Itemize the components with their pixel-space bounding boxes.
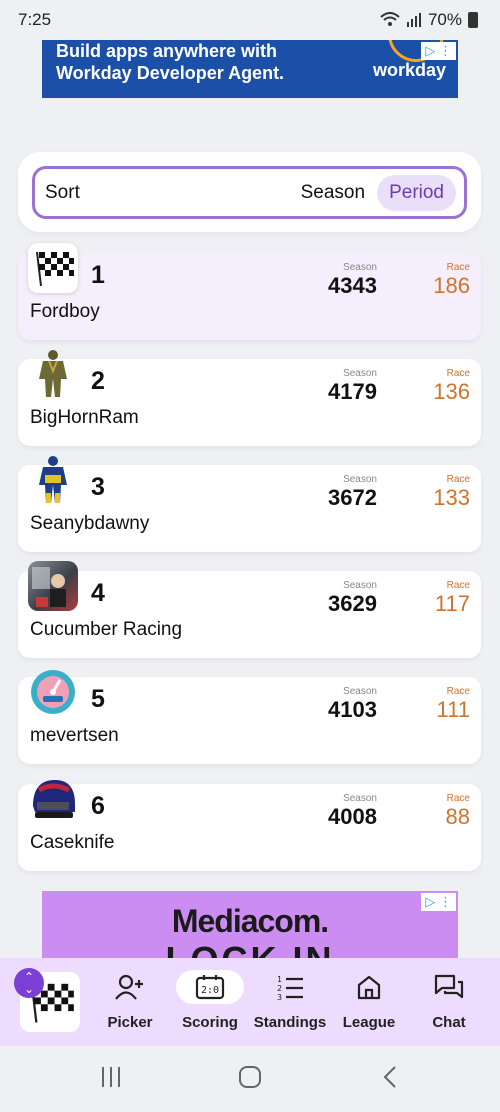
season-label: Season	[343, 262, 377, 273]
race-points: 117	[434, 591, 470, 616]
battery-icon	[468, 12, 478, 28]
season-label: Season	[343, 686, 377, 697]
ad-banner-top[interactable]: Build apps anywhere with Workday Develop…	[42, 40, 458, 98]
expand-toggle-icon[interactable]: ⌃ ⌄	[14, 968, 44, 998]
sort-options: Season Period	[301, 174, 456, 211]
nav-picker-label: Picker	[107, 1014, 153, 1031]
nav-picker[interactable]: Picker	[90, 970, 170, 1031]
firesuit-blue-yellow-icon	[28, 455, 78, 505]
svg-text:3: 3	[277, 993, 282, 1001]
fantrax-gauge-icon	[28, 667, 78, 717]
home-icon	[335, 970, 403, 1004]
race-points: 88	[445, 804, 470, 829]
team-name: Caseknife	[30, 832, 115, 853]
season-points: 3672	[328, 485, 377, 510]
nav-scoring[interactable]: 2:0 Scoring	[170, 970, 250, 1031]
race-points: 136	[433, 379, 470, 404]
season-points: 4343	[328, 273, 377, 298]
team-name: Cucumber Racing	[30, 619, 183, 640]
standings-row[interactable]: 5 mevertsen Season 4103 Race 111	[18, 670, 481, 764]
home-button-icon[interactable]	[237, 1064, 263, 1090]
rank-number: 1	[91, 261, 105, 289]
race-points: 186	[433, 273, 470, 298]
season-label: Season	[343, 580, 377, 591]
svg-text:1: 1	[277, 975, 282, 984]
ad-banner-bottom[interactable]: Mediacom. LOCK IN ▷ ⋮	[42, 891, 458, 961]
race-points: 111	[436, 697, 470, 722]
nav-league-label: League	[342, 1014, 396, 1031]
season-points: 4103	[328, 697, 377, 722]
svg-text:2:0: 2:0	[201, 985, 219, 996]
race-label: Race	[446, 474, 470, 485]
status-icons: 70%	[380, 10, 478, 30]
ad-brand: Mediacom.	[171, 903, 329, 939]
sort-option-season[interactable]: Season	[301, 182, 365, 204]
status-time: 7:25	[18, 10, 52, 29]
season-points: 4179	[328, 379, 377, 404]
nav-scoring-label: Scoring	[182, 1014, 238, 1031]
rank-number: 2	[91, 367, 105, 395]
photo-avatar	[28, 561, 78, 611]
season-points: 3629	[328, 591, 377, 616]
wifi-icon	[380, 12, 400, 26]
race-label: Race	[446, 368, 470, 379]
season-label: Season	[343, 793, 377, 804]
season-label: Season	[343, 368, 377, 379]
nav-chat-label: Chat	[432, 1014, 466, 1031]
firesuit-olive-icon	[28, 349, 78, 399]
season-points: 4008	[328, 804, 377, 829]
add-user-icon	[96, 970, 164, 1004]
ranked-list-icon: 123	[256, 970, 324, 1004]
signal-icon	[406, 13, 421, 27]
battery-percent: 70%	[427, 10, 462, 29]
back-icon[interactable]	[378, 1064, 404, 1090]
nav-chat[interactable]: Chat	[409, 970, 489, 1031]
ad-headline: Build apps anywhere with Workday Develop…	[56, 41, 285, 83]
rank-number: 4	[91, 579, 105, 607]
standings-row[interactable]: 4 Cucumber Racing Season 3629 Race 117	[18, 561, 481, 658]
system-nav-bar	[0, 1046, 500, 1112]
race-label: Race	[446, 686, 470, 697]
race-label: Race	[446, 580, 470, 591]
adchoices-icon[interactable]: ▷ ⋮	[421, 42, 456, 60]
ad-brand: workday	[372, 60, 446, 80]
sort-panel: Sort Season Period	[18, 152, 481, 232]
nav-league[interactable]: League	[329, 970, 409, 1031]
rank-number: 3	[91, 473, 105, 501]
race-label: Race	[446, 262, 470, 273]
adchoices-icon[interactable]: ▷ ⋮	[421, 893, 456, 911]
sort-label: Sort	[45, 181, 80, 203]
helmet-icon	[28, 774, 78, 824]
rank-number: 6	[91, 792, 105, 820]
team-name: BigHornRam	[30, 407, 139, 428]
team-name: Seanybdawny	[30, 513, 150, 534]
status-bar: 7:25 70%	[0, 0, 500, 40]
nav-standings[interactable]: 123 Standings	[250, 970, 330, 1031]
chat-icon	[415, 970, 483, 1004]
sort-control: Sort Season Period	[32, 166, 467, 219]
nav-standings-label: Standings	[253, 1014, 327, 1031]
standings-row[interactable]: 6 Caseknife Season 4008 Race 88	[18, 780, 481, 871]
season-label: Season	[343, 474, 377, 485]
race-points: 133	[433, 485, 470, 510]
standings-row[interactable]: 3 Seanybdawny Season 3672 Race 133	[18, 456, 481, 552]
sort-option-period[interactable]: Period	[377, 174, 456, 211]
team-name: mevertsen	[30, 725, 119, 746]
checkered-flag-icon	[28, 243, 78, 293]
recent-apps-icon[interactable]	[98, 1064, 124, 1090]
bottom-nav: ⌃ ⌄ Picker 2:0 Scoring 123 Standings Leag…	[0, 958, 500, 1046]
scoreboard-icon: 2:0	[176, 970, 244, 1004]
rank-number: 5	[91, 685, 105, 713]
team-name: Fordboy	[30, 301, 100, 322]
standings-row[interactable]: 1 Fordboy Season 4343 Race 186	[18, 243, 481, 340]
race-label: Race	[446, 793, 470, 804]
svg-text:2: 2	[277, 984, 282, 993]
standings-row[interactable]: 2 BigHornRam Season 4179 Race 136	[18, 350, 481, 446]
